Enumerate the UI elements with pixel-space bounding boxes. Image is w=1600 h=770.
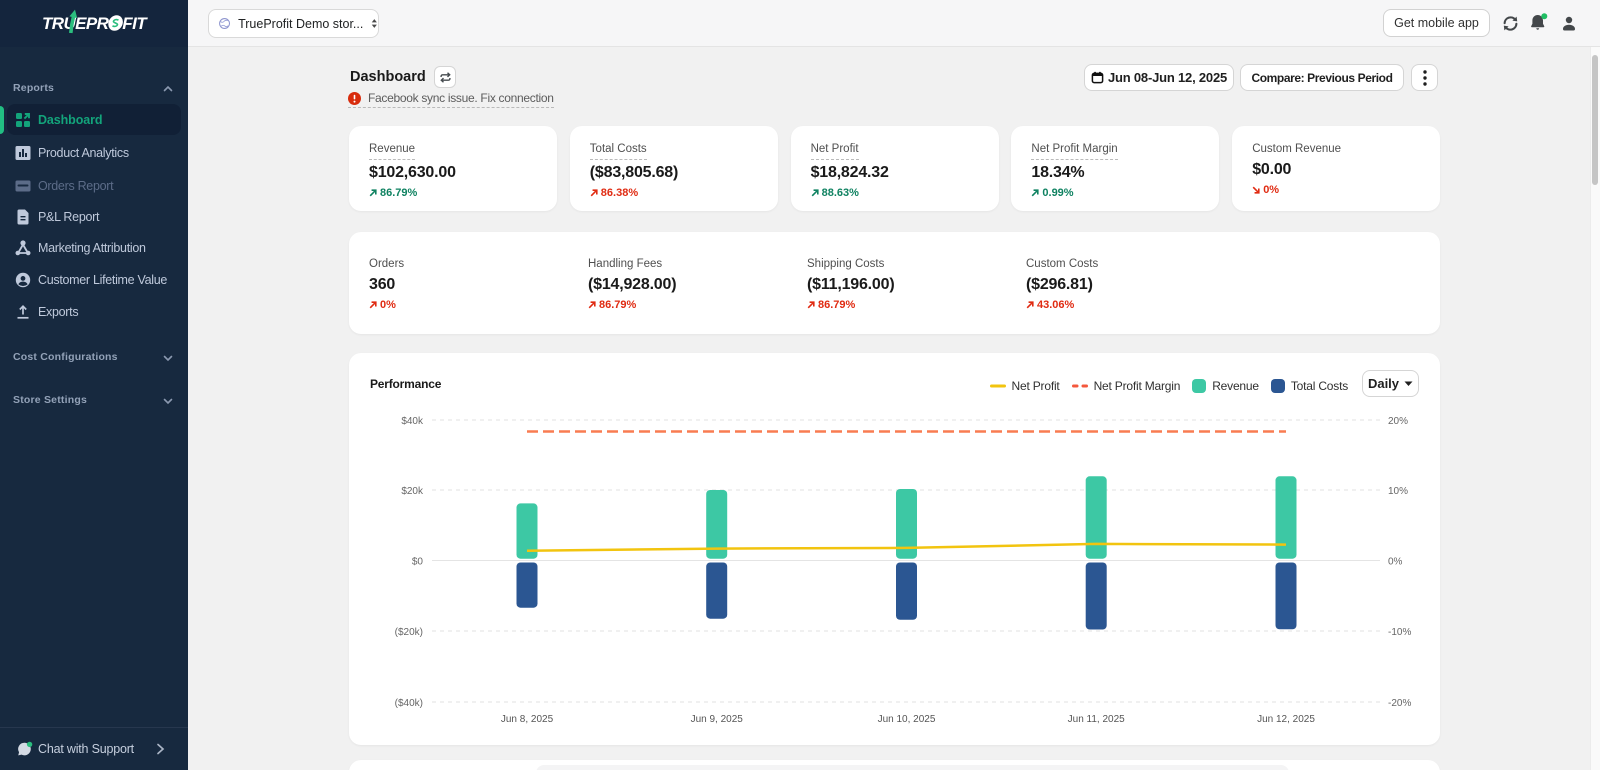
- svg-text:$20k: $20k: [401, 486, 424, 497]
- svg-text:($20k): ($20k): [395, 627, 423, 638]
- svg-text:Jun 12, 2025: Jun 12, 2025: [1257, 714, 1315, 725]
- svg-text:10%: 10%: [1388, 486, 1408, 497]
- svg-text:Jun 8, 2025: Jun 8, 2025: [501, 714, 554, 725]
- svg-text:$0: $0: [412, 557, 424, 568]
- svg-text:($40k): ($40k): [395, 698, 423, 709]
- svg-text:20%: 20%: [1388, 416, 1408, 427]
- svg-text:Jun 10, 2025: Jun 10, 2025: [878, 714, 936, 725]
- svg-text:$40k: $40k: [401, 416, 424, 427]
- svg-text:0%: 0%: [1388, 557, 1403, 568]
- svg-text:-20%: -20%: [1388, 698, 1411, 709]
- svg-text:-10%: -10%: [1388, 627, 1411, 638]
- svg-text:Jun 9, 2025: Jun 9, 2025: [691, 714, 744, 725]
- svg-text:Jun 11, 2025: Jun 11, 2025: [1068, 714, 1126, 725]
